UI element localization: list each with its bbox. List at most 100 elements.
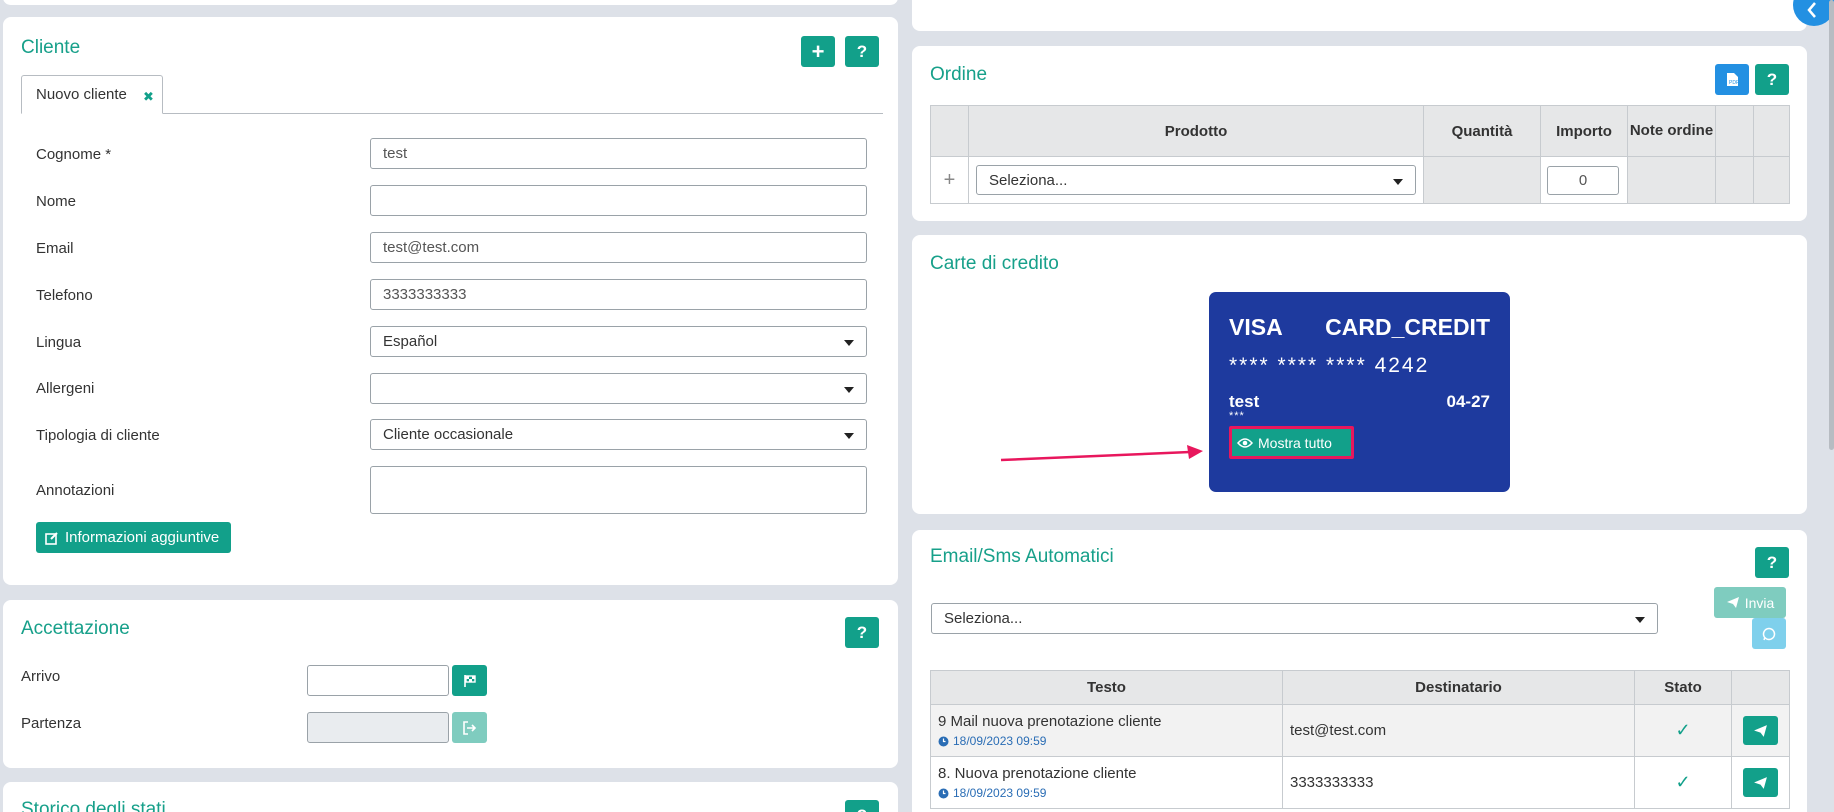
cognome-label: Cognome * — [36, 146, 112, 163]
quantita-cell — [1423, 156, 1541, 204]
clock-icon — [938, 736, 949, 746]
clock-icon — [938, 788, 949, 798]
allergeni-select[interactable] — [370, 373, 867, 404]
send-cell — [1731, 756, 1790, 809]
destinatario-header: Destinatario — [1282, 670, 1635, 705]
card-brand: VISA — [1229, 314, 1283, 340]
tab-nuovo-cliente[interactable]: Nuovo cliente ✖ — [21, 75, 163, 114]
add-row-button[interactable]: + — [930, 156, 969, 204]
card-number: **** **** **** 4242 — [1229, 354, 1430, 377]
nome-input[interactable] — [370, 185, 867, 216]
resend-button[interactable] — [1743, 768, 1778, 797]
accettazione-help-button[interactable]: ? — [845, 617, 879, 648]
email-label: Email — [36, 240, 74, 257]
add-col-header — [930, 105, 969, 157]
status-check-icon: ✓ — [1634, 704, 1732, 757]
mostra-tutto-button[interactable]: Mostra tutto — [1229, 426, 1354, 459]
tipologia-select[interactable]: Cliente occasionale — [370, 419, 867, 450]
mostra-tutto-label: Mostra tutto — [1258, 434, 1332, 451]
importo-cell: 0 — [1540, 156, 1628, 204]
info-aggiuntive-button[interactable]: Informazioni aggiuntive — [36, 522, 231, 553]
telefono-input[interactable]: 3333333333 — [370, 279, 867, 310]
partenza-input — [307, 712, 449, 743]
storico-help-button[interactable]: ? — [845, 800, 879, 812]
testo-header: Testo — [930, 670, 1283, 705]
lingua-select[interactable]: Español — [370, 326, 867, 357]
svg-text:PDF: PDF — [1729, 80, 1739, 86]
paper-plane-icon — [1754, 776, 1767, 789]
invia-button: Invia — [1714, 587, 1786, 618]
emailsms-title: Email/Sms Automatici — [930, 546, 1114, 567]
empty-header-1 — [1715, 105, 1754, 157]
tipologia-label: Tipologia di cliente — [36, 427, 160, 444]
paper-plane-icon — [1754, 724, 1767, 737]
arrivo-input[interactable] — [307, 665, 449, 696]
partenza-label: Partenza — [21, 715, 82, 732]
partenza-exit-button — [452, 712, 487, 743]
template-select[interactable]: Seleziona... — [931, 603, 1658, 634]
page-scrollbar[interactable] — [1829, 0, 1834, 450]
card-cvv: *** — [1229, 410, 1245, 422]
stato-header: Stato — [1634, 670, 1732, 705]
close-tab-icon[interactable]: ✖ — [143, 89, 154, 105]
top-left-panel-edge — [3, 0, 898, 5]
paper-plane-icon — [1726, 597, 1739, 608]
required-marker: * — [105, 146, 112, 163]
annotation-arrow — [1000, 445, 1203, 462]
lingua-label: Lingua — [36, 334, 82, 351]
telefono-label: Telefono — [36, 287, 93, 304]
empty-cell-2 — [1753, 156, 1790, 204]
product-select[interactable]: Seleziona... — [976, 165, 1416, 195]
emailsms-panel: Email/Sms Automatici ? Seleziona... Invi… — [912, 530, 1807, 812]
emailsms-help-button[interactable]: ? — [1755, 547, 1789, 578]
cliente-help-button[interactable]: ? — [845, 36, 879, 67]
message-text-cell: 8. Nuova prenotazione cliente 18/09/2023… — [930, 756, 1283, 809]
allergeni-label: Allergeni — [36, 380, 95, 397]
annotazioni-textarea[interactable] — [370, 466, 867, 514]
pdf-button[interactable]: PDF — [1715, 64, 1749, 95]
credit-card: VISA CARD_CREDIT **** **** **** 4242 tes… — [1209, 292, 1510, 492]
status-check-icon: ✓ — [1634, 756, 1732, 809]
card-type: CARD_CREDIT — [1325, 314, 1490, 340]
flag-checkered-icon — [463, 674, 476, 687]
product-cell: Seleziona... — [968, 156, 1424, 204]
card-holder: test — [1229, 392, 1260, 411]
note-cell — [1627, 156, 1716, 204]
ordine-panel: Ordine PDF ? Prodotto Quantità Importo N… — [912, 46, 1807, 221]
table-row: 9 Mail nuova prenotazione cliente 18/09/… — [930, 704, 1790, 757]
storico-panel: Storico degli stati ? — [3, 782, 898, 812]
send-cell — [1731, 704, 1790, 757]
add-client-button[interactable]: + — [801, 36, 835, 67]
eye-icon — [1237, 437, 1253, 448]
recipient-cell: test@test.com — [1282, 704, 1635, 757]
arrivo-flag-button[interactable] — [452, 665, 487, 696]
empty-cell-1 — [1715, 156, 1754, 204]
accettazione-panel: Accettazione ? Arrivo Partenza — [3, 600, 898, 768]
card-expiry: 04-27 — [1446, 392, 1490, 411]
whatsapp-icon — [1762, 627, 1776, 640]
quantita-header: Quantità — [1423, 105, 1541, 157]
table-row: 8. Nuova prenotazione cliente 18/09/2023… — [930, 756, 1790, 809]
nome-label: Nome — [36, 193, 77, 210]
ordine-help-button[interactable]: ? — [1755, 64, 1789, 95]
resend-button[interactable] — [1743, 716, 1778, 745]
sign-out-icon — [463, 720, 477, 735]
carte-panel: Carte di credito VISA CARD_CREDIT **** *… — [912, 235, 1807, 514]
message-text-cell: 9 Mail nuova prenotazione cliente 18/09/… — [930, 704, 1283, 757]
message-date: 18/09/2023 09:59 — [938, 734, 1275, 748]
cognome-input[interactable]: test — [370, 138, 867, 169]
importo-input[interactable]: 0 — [1547, 165, 1619, 195]
tab-label: Nuovo cliente — [36, 86, 127, 103]
file-pdf-icon: PDF — [1726, 73, 1739, 86]
empty-header-2 — [1753, 105, 1790, 157]
invia-label: Invia — [1744, 594, 1775, 611]
arrivo-label: Arrivo — [21, 668, 61, 685]
storico-title: Storico degli stati — [21, 799, 166, 812]
recipient-cell: 3333333333 — [1282, 756, 1635, 809]
message-date: 18/09/2023 09:59 — [938, 786, 1275, 800]
top-right-panel-edge — [912, 0, 1807, 31]
ordine-table: Prodotto Quantità Importo Note ordine + … — [930, 105, 1790, 204]
cliente-panel: Cliente + ? Nuovo cliente ✖ Cognome * te… — [3, 17, 898, 585]
carte-title: Carte di credito — [930, 253, 1059, 274]
email-input[interactable]: test@test.com — [370, 232, 867, 263]
